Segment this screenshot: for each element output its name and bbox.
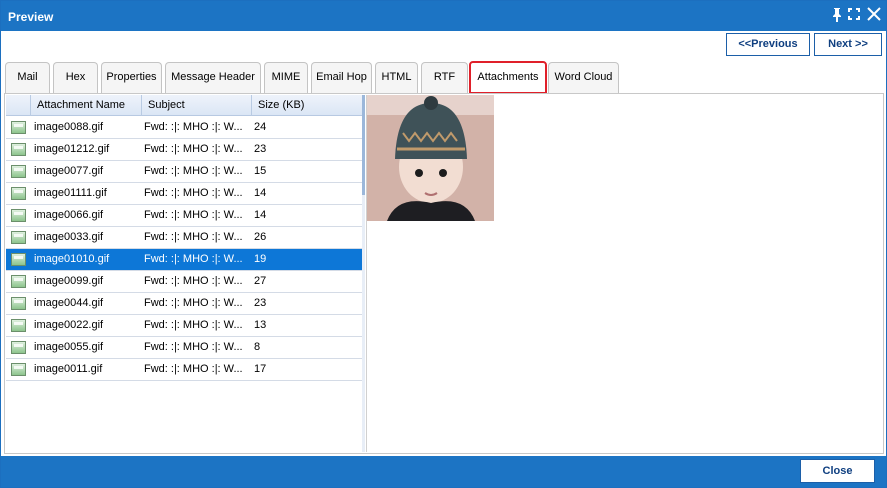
attachment-name-cell: image0077.gif [34,165,104,177]
next-button[interactable]: Next >> [814,33,882,56]
tab-word-cloud[interactable]: Word Cloud [548,62,619,93]
attachment-name-cell: image0022.gif [34,319,104,331]
attachments-panel: Attachment Name Subject Size (KB) image0… [4,93,884,454]
size-cell: 13 [254,319,267,331]
size-cell: 24 [254,121,267,133]
attachment-name-cell: image0055.gif [34,341,104,353]
subject-cell: Fwd: :|: MHO :|: W... [144,187,243,199]
attachment-name-cell: image01010.gif [34,253,110,265]
size-cell: 15 [254,165,267,177]
size-cell: 14 [254,209,267,221]
subject-cell: Fwd: :|: MHO :|: W... [144,319,243,331]
subject-cell: Fwd: :|: MHO :|: W... [144,275,243,287]
table-row[interactable]: image0099.gif Fwd: :|: MHO :|: W... 27 [6,271,362,293]
size-cell: 23 [254,297,267,309]
attachment-name-cell: image01111.gif [34,187,107,199]
size-cell: 17 [254,363,267,375]
attachment-name-cell: image0044.gif [34,297,104,309]
attachment-name-cell: image0066.gif [34,209,104,221]
table-row[interactable]: image01010.gif Fwd: :|: MHO :|: W... 19 [6,249,362,271]
image-file-icon [11,275,26,288]
pin-icon[interactable] [830,7,844,25]
tab-properties[interactable]: Properties [101,62,162,93]
size-cell: 8 [254,341,261,353]
image-file-icon [11,187,26,200]
image-file-icon [11,297,26,310]
table-row[interactable]: image0077.gif Fwd: :|: MHO :|: W... 15 [6,161,362,183]
subject-cell: Fwd: :|: MHO :|: W... [144,209,243,221]
column-header-attachment-name[interactable]: Attachment Name [30,95,141,116]
subject-cell: Fwd: :|: MHO :|: W... [144,165,243,177]
tab-rtf[interactable]: RTF [421,62,468,93]
subject-cell: Fwd: :|: MHO :|: W... [144,253,243,265]
tab-mail[interactable]: Mail [5,62,50,93]
window-title: Preview [8,10,54,24]
size-cell: 26 [254,231,267,243]
title-bar: Preview [1,1,886,31]
attachment-image [367,95,494,221]
table-row[interactable]: image0066.gif Fwd: :|: MHO :|: W... 14 [6,205,362,227]
close-button[interactable]: Close [800,459,875,483]
subject-cell: Fwd: :|: MHO :|: W... [144,121,243,133]
attachment-name-cell: image0088.gif [34,121,104,133]
maximize-icon[interactable] [846,7,862,25]
image-file-icon [11,363,26,376]
table-row[interactable]: image0088.gif Fwd: :|: MHO :|: W... 24 [6,117,362,139]
attachment-name-cell: image0011.gif [34,363,103,375]
attachment-name-cell: image0033.gif [34,231,104,243]
image-file-icon [11,231,26,244]
vertical-scrollbar[interactable] [362,95,365,452]
tab-strip: Mail Hex Properties Message Header MIME … [3,61,884,94]
footer-bar: Close [1,456,886,487]
table-row[interactable]: image0011.gif Fwd: :|: MHO :|: W... 17 [6,359,362,381]
subject-cell: Fwd: :|: MHO :|: W... [144,297,243,309]
attachment-name-cell: image01212.gif [34,143,110,155]
attachments-table: Attachment Name Subject Size (KB) image0… [6,95,362,452]
image-file-icon [11,209,26,222]
table-row[interactable]: image0044.gif Fwd: :|: MHO :|: W... 23 [6,293,362,315]
preview-window: Preview <<Previous Next >> Mail Hex Prop… [0,0,887,488]
scrollbar-thumb[interactable] [362,95,365,195]
image-file-icon [11,253,26,266]
subject-cell: Fwd: :|: MHO :|: W... [144,363,243,375]
table-row[interactable]: image01111.gif Fwd: :|: MHO :|: W... 14 [6,183,362,205]
column-header-size[interactable]: Size (KB) [251,95,362,116]
table-row[interactable]: image0055.gif Fwd: :|: MHO :|: W... 8 [6,337,362,359]
tab-mime[interactable]: MIME [264,62,308,93]
table-row[interactable]: image0022.gif Fwd: :|: MHO :|: W... 13 [6,315,362,337]
attachment-preview [366,95,882,452]
tab-attachments[interactable]: Attachments [469,61,547,94]
image-file-icon [11,143,26,156]
subject-cell: Fwd: :|: MHO :|: W... [144,341,243,353]
attachment-name-cell: image0099.gif [34,275,104,287]
table-row[interactable]: image0033.gif Fwd: :|: MHO :|: W... 26 [6,227,362,249]
image-file-icon [11,319,26,332]
subject-cell: Fwd: :|: MHO :|: W... [144,143,243,155]
tab-hex[interactable]: Hex [53,62,98,93]
tab-email-hop[interactable]: Email Hop [311,62,372,93]
column-header-subject[interactable]: Subject [141,95,251,116]
size-cell: 23 [254,143,267,155]
image-file-icon [11,165,26,178]
image-file-icon [11,341,26,354]
tab-message-header[interactable]: Message Header [165,62,261,93]
table-header: Attachment Name Subject Size (KB) [6,95,362,116]
tab-html[interactable]: HTML [375,62,418,93]
close-icon[interactable] [865,7,883,25]
size-cell: 14 [254,187,267,199]
image-file-icon [11,121,26,134]
size-cell: 19 [254,253,267,265]
subject-cell: Fwd: :|: MHO :|: W... [144,231,243,243]
size-cell: 27 [254,275,267,287]
previous-button[interactable]: <<Previous [726,33,810,56]
table-row[interactable]: image01212.gif Fwd: :|: MHO :|: W... 23 [6,139,362,161]
